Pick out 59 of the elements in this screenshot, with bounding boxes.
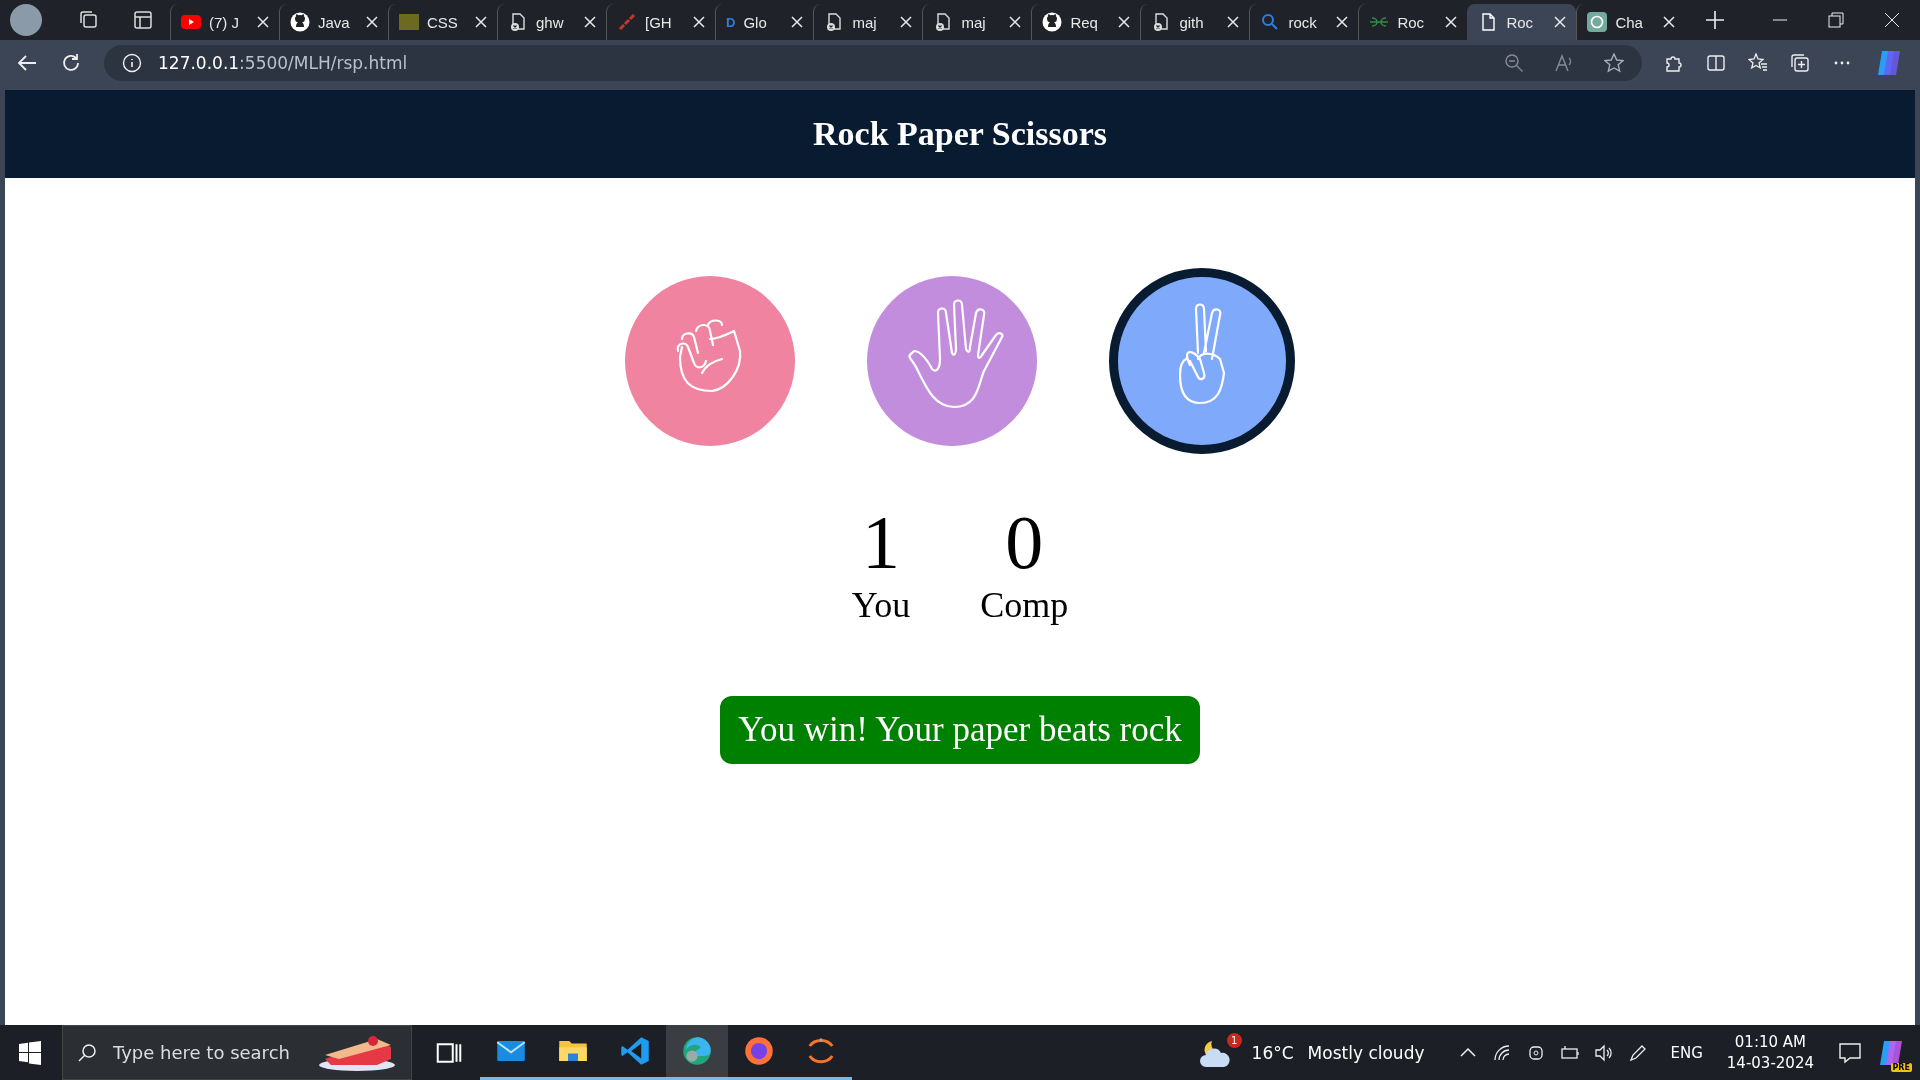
address-bar[interactable]: 127.0.0.1:5500/MLH/rsp.html	[104, 44, 1642, 81]
temperature-text: 16°C	[1251, 1042, 1294, 1063]
result-message: You win! Your paper beats rock	[720, 696, 1200, 764]
score-value: 0	[1005, 504, 1044, 580]
notification-badge: 1	[1226, 1032, 1242, 1048]
zoom-out-icon[interactable]	[1504, 52, 1524, 73]
cat-icon	[1042, 12, 1063, 32]
favorites-icon[interactable]	[1748, 52, 1768, 73]
refresh-icon[interactable]	[60, 51, 82, 74]
chatbot-icon	[1587, 12, 1608, 32]
code-editor-icon[interactable]	[620, 1036, 650, 1066]
cat-icon	[290, 12, 310, 32]
letter-icon: D	[726, 14, 736, 30]
plus-icon[interactable]	[1705, 10, 1726, 30]
tab-actions-icon[interactable]	[132, 9, 154, 31]
workspaces-icon[interactable]	[78, 9, 100, 31]
read-aloud-icon[interactable]	[1554, 52, 1574, 73]
info-icon[interactable]	[122, 52, 142, 73]
page-title: Rock Paper Scissors	[813, 115, 1107, 153]
windows-logo-icon[interactable]	[18, 1040, 42, 1065]
close-icon[interactable]	[1884, 12, 1900, 28]
close-icon[interactable]	[791, 16, 804, 28]
star-icon[interactable]	[1604, 52, 1624, 73]
weather-condition: Mostly cloudy	[1307, 1042, 1425, 1063]
play-icon	[181, 15, 201, 29]
browser-tab[interactable]: Roc	[1467, 4, 1577, 40]
search-field[interactable]: Type here to search	[111, 1041, 303, 1064]
close-icon[interactable]	[1118, 16, 1131, 28]
profile-avatar[interactable]	[10, 4, 42, 36]
clock-date[interactable]: 14-03-2024	[1726, 1052, 1814, 1074]
clock-time[interactable]: 01:10 AM	[1734, 1031, 1806, 1053]
close-icon[interactable]	[366, 16, 378, 28]
collections-icon[interactable]	[1790, 52, 1810, 73]
close-icon[interactable]	[475, 16, 487, 28]
split-screen-icon[interactable]	[1706, 52, 1726, 73]
close-icon[interactable]	[257, 16, 269, 28]
close-icon[interactable]	[1009, 16, 1022, 28]
player-label: Comp	[980, 584, 1069, 626]
search-bar[interactable]: Type here to search	[62, 1025, 412, 1080]
restore-icon[interactable]	[1828, 12, 1844, 28]
browser-icon[interactable]	[682, 1036, 712, 1066]
orbit-icon[interactable]	[806, 1036, 836, 1066]
close-icon[interactable]	[1445, 16, 1458, 28]
close-icon[interactable]	[900, 16, 913, 28]
search-icon	[77, 1042, 97, 1063]
close-icon[interactable]	[584, 16, 596, 28]
close-icon[interactable]	[1554, 16, 1567, 28]
score-value: 1	[862, 504, 900, 580]
file-error-icon	[508, 12, 528, 32]
close-icon[interactable]	[1663, 16, 1676, 28]
preview-badge: PRE	[1890, 1062, 1912, 1072]
close-icon[interactable]	[693, 16, 705, 28]
speaker-icon[interactable]	[1594, 1042, 1615, 1063]
close-icon[interactable]	[1336, 16, 1349, 28]
language-indicator[interactable]: ENG	[1670, 1043, 1703, 1062]
notifications-icon[interactable]	[1838, 1040, 1862, 1065]
player-label: You	[851, 584, 911, 626]
close-icon[interactable]	[1227, 16, 1240, 28]
url-text: 127.0.0.1:5500/MLH/rsp.html	[158, 52, 408, 73]
